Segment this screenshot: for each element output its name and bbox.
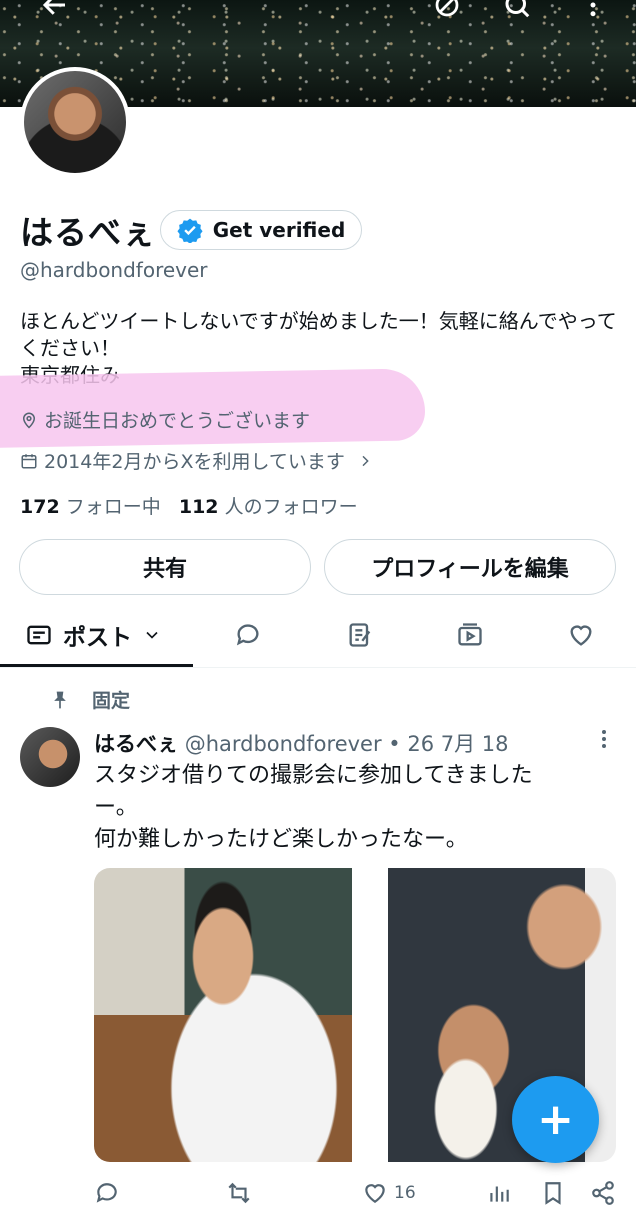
tab-posts-label: ポスト — [63, 625, 132, 651]
reply-icon — [96, 1183, 117, 1203]
profile-avatar[interactable] — [20, 67, 130, 177]
following-link[interactable]: 172 フォロー中 — [20, 496, 161, 518]
calendar-icon — [21, 453, 37, 468]
repost-action[interactable] — [226, 1180, 252, 1206]
share-button[interactable]: 共有 — [19, 539, 311, 595]
pin-icon — [54, 691, 66, 708]
location-pin-icon — [22, 412, 36, 429]
tweet-more-icon[interactable] — [600, 728, 608, 756]
share-icon — [592, 1181, 614, 1205]
profile-display-name: はるべぇ — [20, 213, 156, 252]
tab-likes[interactable] — [567, 605, 595, 665]
chevron-down-icon[interactable] — [142, 625, 162, 645]
tab-media[interactable] — [456, 605, 484, 665]
profile-tabs: ポスト — [0, 605, 636, 667]
bookmark-icon — [545, 1182, 561, 1205]
followers-label: 人のフォロワー — [224, 496, 358, 518]
joined-text: 2014年2月からXを利用しています — [44, 451, 345, 473]
get-verified-label: Get verified — [212, 218, 346, 242]
following-label: フォロー中 — [65, 496, 161, 518]
tweet-author-handle[interactable]: @hardbondforever — [185, 732, 382, 756]
profile-joined[interactable]: 2014年2月からXを利用しています — [20, 447, 373, 474]
followers-link[interactable]: 112 人のフォロワー — [179, 496, 358, 518]
media-icon — [458, 623, 482, 646]
articles-icon — [349, 623, 371, 647]
like-icon — [365, 1184, 385, 1203]
like-action[interactable]: 16 — [362, 1180, 416, 1206]
location-text: お誕生日おめでとうございます — [44, 410, 311, 432]
posts-icon — [27, 625, 51, 645]
followers-count: 112 — [178, 496, 219, 518]
tab-articles[interactable] — [346, 605, 374, 665]
profile-handle: @hardbondforever — [20, 258, 208, 282]
replies-icon — [236, 624, 259, 646]
chevron-right-icon — [362, 455, 369, 466]
reply-action[interactable] — [94, 1180, 120, 1206]
likes-icon — [570, 625, 592, 646]
views-icon — [490, 1186, 509, 1202]
share-action[interactable] — [590, 1180, 616, 1206]
repost-icon — [228, 1182, 250, 1204]
back-arrow-icon[interactable] — [40, 0, 70, 20]
tab-posts[interactable]: ポスト — [25, 605, 162, 665]
tweet-author-name[interactable]: はるべぇ — [94, 732, 178, 756]
following-count: 172 — [20, 496, 60, 518]
tweet-header: はるべぇ @hardbondforever • 26 7月 18 — [94, 728, 509, 758]
verified-badge-icon — [177, 218, 203, 243]
profile-location: お誕生日おめでとうございます — [20, 406, 310, 433]
tweet-dot: • — [388, 732, 401, 756]
bookmark-action[interactable] — [540, 1180, 566, 1206]
edit-profile-button[interactable]: プロフィールを編集 — [324, 539, 616, 595]
tweet-photo-1[interactable] — [94, 868, 352, 1162]
pinned-label: 固定 — [92, 690, 131, 712]
more-menu-icon[interactable] — [578, 0, 608, 20]
compose-post-button[interactable]: + — [512, 1076, 599, 1163]
tweet-text: スタジオ借りての撮影会に参加してきました ー。 何か難しかったけど楽しかったなー… — [94, 763, 533, 852]
pinned-indicator: 固定 — [50, 686, 130, 713]
like-count: 16 — [394, 1183, 416, 1203]
tweet-date[interactable]: 26 7月 18 — [407, 732, 508, 756]
follow-counts: 172 フォロー中 112 人のフォロワー — [20, 492, 358, 519]
get-verified-button[interactable]: Get verified — [160, 210, 362, 250]
views-action[interactable] — [486, 1180, 512, 1206]
grok-icon[interactable] — [432, 0, 462, 20]
tabs-divider — [0, 667, 636, 668]
search-icon[interactable] — [502, 0, 532, 20]
tab-replies[interactable] — [234, 605, 262, 665]
tweet-author-avatar[interactable] — [20, 727, 80, 787]
